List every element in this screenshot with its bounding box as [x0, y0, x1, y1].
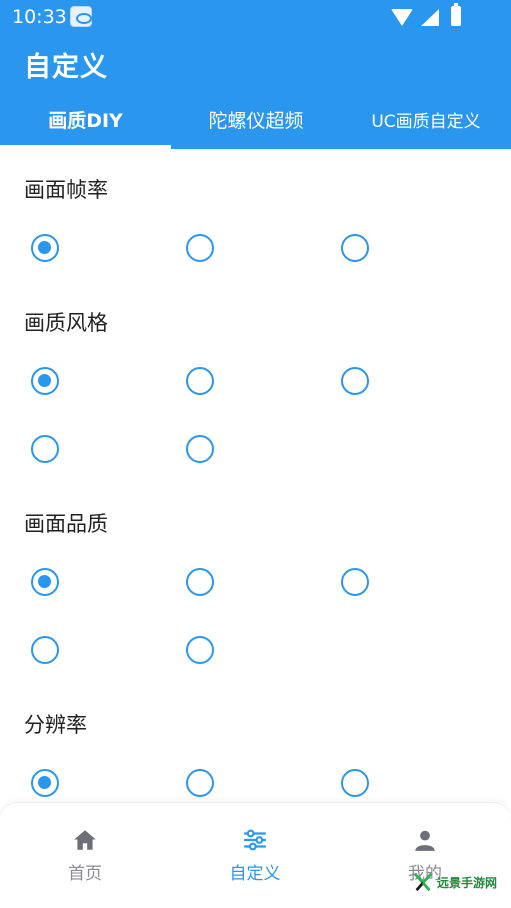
status-icons	[391, 3, 491, 28]
resolution-option-3-radio[interactable]	[341, 769, 369, 797]
frame-rate-option-1-radio[interactable]	[31, 234, 59, 262]
nav-label-home: 首页	[68, 864, 102, 884]
quality-style-option-2-radio[interactable]	[186, 367, 214, 395]
tab-uc-quality-custom[interactable]: UC画质自定义	[341, 90, 511, 149]
sliders-icon	[244, 829, 266, 851]
picture-quality-option-5-radio[interactable]	[186, 636, 214, 664]
resolution-option-1-radio[interactable]	[31, 769, 59, 797]
person-icon	[415, 830, 435, 851]
quality-style-option-4-radio[interactable]	[31, 435, 59, 463]
watermark-text: 远景手游网	[437, 876, 498, 890]
page-title: 自定义	[24, 52, 108, 83]
frame-rate-option-2-radio[interactable]	[186, 234, 214, 262]
section-title-picture-quality: 画面品质	[24, 512, 108, 536]
picture-quality-option-4-radio[interactable]	[31, 636, 59, 664]
tab-label: 陀螺仪超频	[208, 110, 304, 132]
nav-label-custom: 自定义	[229, 864, 281, 884]
tab-gyroscope-overclock[interactable]: 陀螺仪超频	[171, 90, 341, 149]
picture-quality-option-3-radio[interactable]	[341, 568, 369, 596]
section-title-frame-rate: 画面帧率	[24, 178, 108, 202]
wifi-icon	[391, 9, 413, 26]
app-screen: 10:33 自定义 画质DIY 陀螺仪超频 UC画质自定义 画面帧率 画质风格 …	[0, 0, 511, 908]
watermark-logo-icon	[413, 872, 433, 892]
picture-quality-option-1-radio[interactable]	[31, 568, 59, 596]
tab-label: 画质DIY	[48, 110, 123, 132]
quality-style-option-1-radio[interactable]	[31, 367, 59, 395]
section-title-quality-style: 画质风格	[24, 311, 108, 335]
cell-signal-icon	[421, 9, 439, 26]
home-icon	[74, 830, 96, 850]
status-time: 10:33	[12, 6, 67, 28]
battery-charging-icon	[451, 3, 461, 26]
tab-quality-diy[interactable]: 画质DIY	[0, 90, 171, 149]
section-title-resolution: 分辨率	[24, 713, 87, 737]
quality-style-option-5-radio[interactable]	[186, 435, 214, 463]
frame-rate-option-3-radio[interactable]	[341, 234, 369, 262]
quality-style-option-3-radio[interactable]	[341, 367, 369, 395]
picture-quality-option-2-radio[interactable]	[186, 568, 214, 596]
tab-bar: 画质DIY 陀螺仪超频 UC画质自定义	[0, 90, 511, 149]
watermark: 远景手游网	[410, 866, 511, 896]
resolution-option-2-radio[interactable]	[186, 769, 214, 797]
app-header: 10:33 自定义 画质DIY 陀螺仪超频 UC画质自定义	[0, 0, 511, 149]
settings-content[interactable]: 画面帧率 画质风格 画面品质 分辨率	[0, 149, 511, 802]
tab-label: UC画质自定义	[371, 112, 481, 132]
nav-item-custom[interactable]: 自定义	[170, 803, 340, 908]
app-notification-icon	[70, 6, 92, 27]
status-bar: 10:33	[0, 0, 511, 34]
nav-item-home[interactable]: 首页	[0, 803, 170, 908]
